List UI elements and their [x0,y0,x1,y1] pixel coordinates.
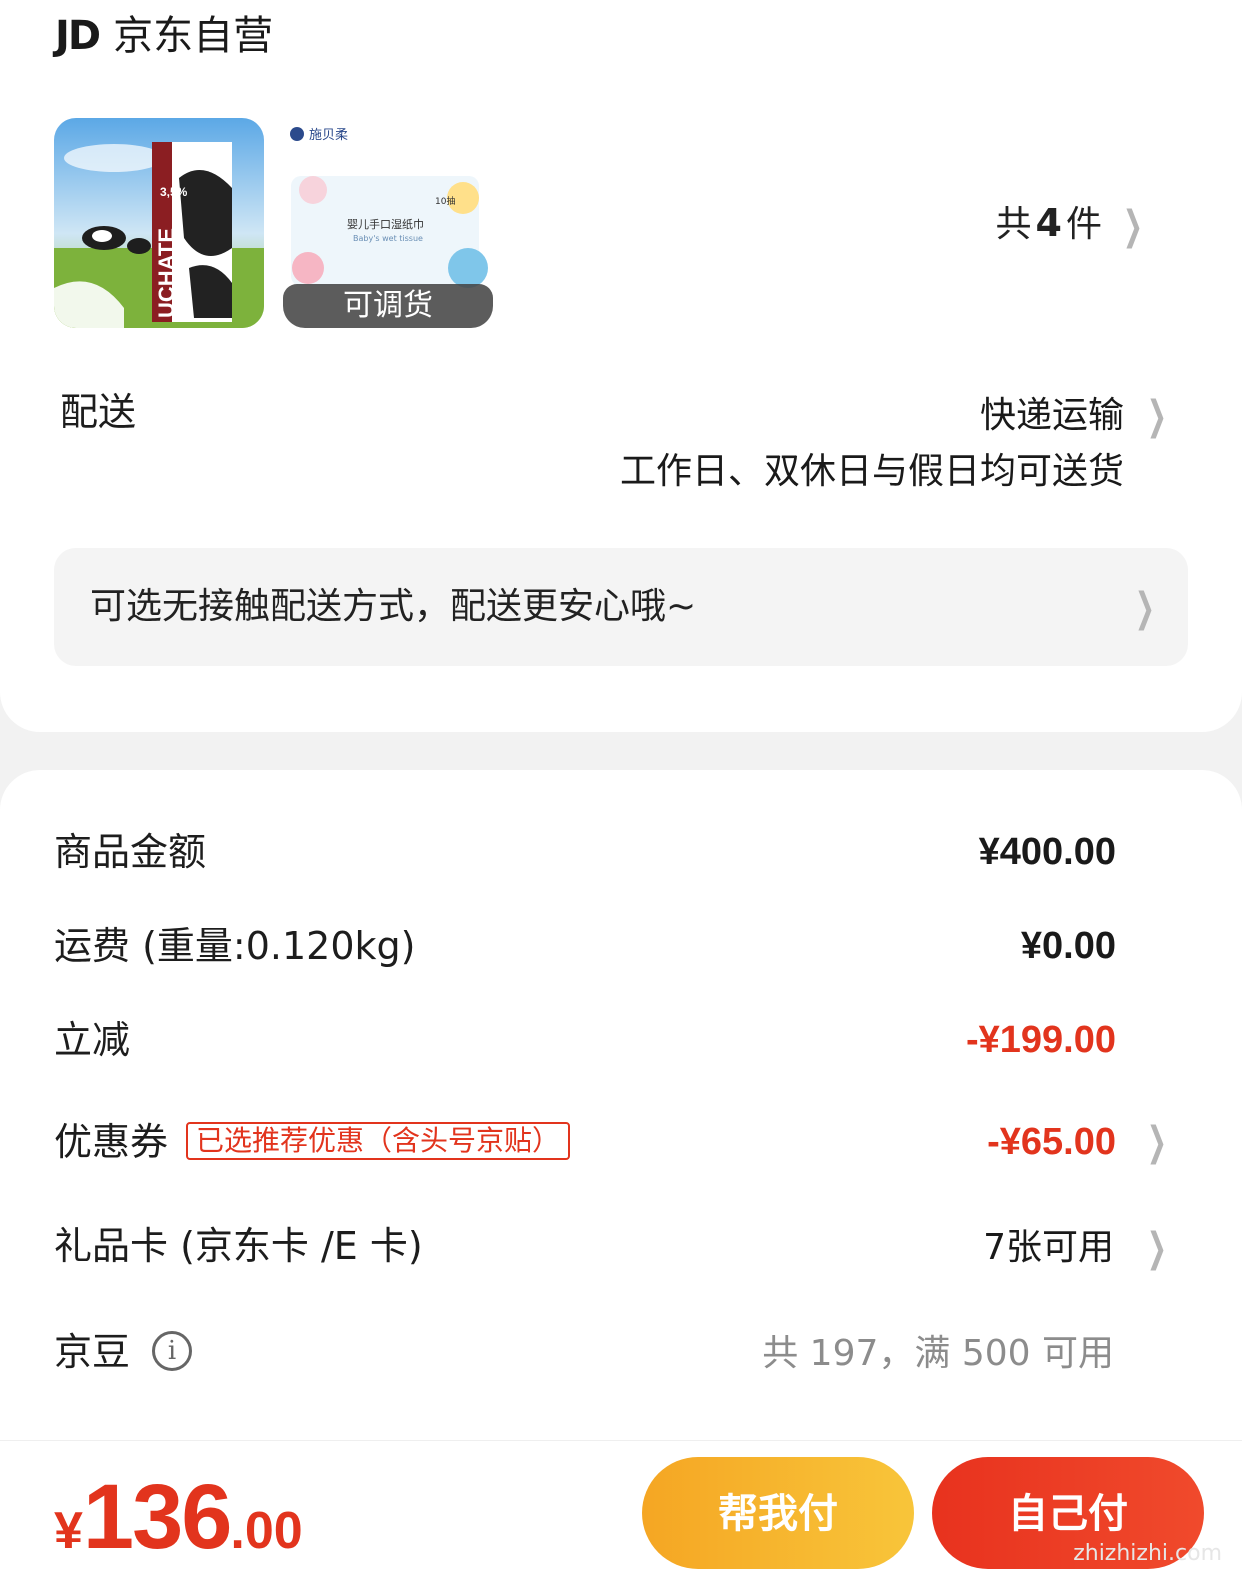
total-decimal: .00 [230,1502,303,1560]
jd-beans-value: 共 197，满 500 可用 [762,1333,1114,1374]
milk-brand-label: UCHATE [154,228,179,318]
shop-header: JD 京东自营 [55,8,273,64]
gift-card-label: 礼品卡 (京东卡 /E 卡) [54,1224,423,1268]
delivery-chevron-icon[interactable]: ❯ [1147,396,1167,436]
order-total: ¥136.00 [54,1465,303,1570]
instant-discount-label: 立减 [54,1018,131,1062]
jd-logo: JD [55,13,101,59]
wipes-count-label: 10抽 [435,195,455,207]
contactless-delivery-text: 可选无接触配送方式，配送更安心哦~ [90,586,697,627]
contactless-chevron-icon[interactable]: ❯ [1135,588,1155,628]
items-amount-value: ¥400.00 [978,831,1116,873]
gift-card-chevron-icon[interactable]: ❯ [1147,1228,1167,1268]
item-count-chevron-icon[interactable]: ❯ [1123,206,1143,246]
gift-card-value[interactable]: 7张可用 [983,1222,1114,1274]
contactless-delivery-banner[interactable]: 可选无接触配送方式，配送更安心哦~ ❯ [54,548,1188,666]
coupon-value[interactable]: -¥65.00 [987,1116,1116,1168]
delivery-method[interactable]: 快递运输 [980,390,1124,442]
milk-carton-image: 3,5% UCHATE [54,118,264,328]
total-currency: ¥ [54,1502,83,1560]
delivery-schedule: 工作日、双休日与假日均可送货 [619,451,1124,492]
checkout-bar: ¥136.00 帮我付 自己付 zhizhizhi.com [0,1440,1242,1589]
items-amount-label: 商品金额 [54,830,207,874]
milk-product-thumbnail[interactable]: 3,5% UCHATE [54,118,264,328]
site-watermark: zhizhizhi.com [1073,1541,1222,1566]
milk-fat-label: 3,5% [160,185,188,199]
coupon-selected-tag: 已选推荐优惠（含头号京贴） [186,1121,571,1160]
shipping-value: ¥0.00 [1020,925,1116,967]
help-me-pay-button[interactable]: 帮我付 [642,1457,914,1569]
order-items-card: JD 京东自营 3,5% UCHATE 施贝柔 婴儿手口湿纸巾 Baby's w… [0,0,1242,732]
wipes-product-thumbnail[interactable]: 施贝柔 婴儿手口湿纸巾 Baby's wet tissue 10抽 可调货 [283,118,493,328]
wipes-brand: 施贝柔 [309,128,348,143]
total-integer: 136 [82,1466,232,1568]
item-count-prefix: 共 [995,204,1032,245]
instant-discount-value: -¥199.00 [965,1019,1116,1061]
jd-beans-label: 京豆 [54,1330,131,1374]
item-count[interactable]: 共4件 [996,196,1102,252]
coupon-chevron-icon[interactable]: ❯ [1147,1122,1167,1162]
wipes-subtitle: Baby's wet tissue [353,234,423,243]
jd-beans-row: 京豆 i [54,1326,193,1378]
item-count-number: 4 [1035,201,1062,245]
shop-name: 京东自营 [113,13,274,59]
transferable-stock-tag: 可调货 [283,284,493,328]
info-icon[interactable]: i [152,1330,193,1371]
item-count-suffix: 件 [1065,204,1102,245]
coupon-label: 优惠券 [54,1120,169,1164]
delivery-label: 配送 [60,390,137,434]
shipping-label: 运费 (重量:0.120kg) [54,924,416,968]
wipes-title: 婴儿手口湿纸巾 [347,217,424,231]
coupon-row[interactable]: 优惠券 已选推荐优惠（含头号京贴） [54,1116,571,1168]
